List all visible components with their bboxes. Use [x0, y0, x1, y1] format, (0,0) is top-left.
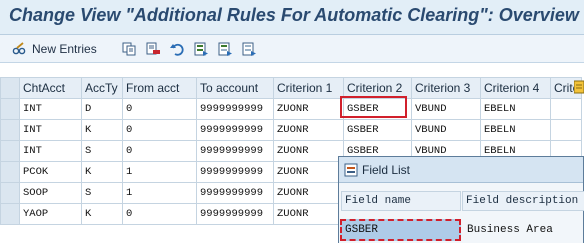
table-cell[interactable]: 9999999999 — [196, 119, 274, 141]
row-selector[interactable] — [0, 203, 20, 225]
new-entries-label: New Entries — [32, 41, 97, 56]
field-description-cell[interactable]: Business Area — [463, 220, 584, 240]
table-row: INT K 0 9999999999 ZUONR GSBER VBUND EBE… — [0, 119, 582, 141]
table-cell[interactable]: 9999999999 — [196, 203, 274, 225]
column-header[interactable]: Criterion 4 — [480, 77, 551, 99]
table-cell[interactable]: VBUND — [411, 98, 481, 120]
undo-icon — [170, 42, 184, 56]
table-cell[interactable]: ZUONR — [273, 161, 344, 183]
table-cell[interactable]: INT — [19, 119, 82, 141]
table-cell[interactable]: 0 — [122, 98, 197, 120]
column-settings-icon[interactable] — [573, 80, 584, 94]
table-cell[interactable]: 0 — [122, 119, 197, 141]
table-cell[interactable]: ZUONR — [273, 119, 344, 141]
table-cell[interactable]: S — [81, 140, 123, 162]
criterion-2-highlight — [340, 96, 407, 118]
table-cell[interactable]: S — [81, 182, 123, 204]
column-header[interactable]: Criterion 3 — [411, 77, 481, 99]
row-selector[interactable] — [0, 98, 20, 120]
table-cell[interactable]: GSBER — [343, 119, 412, 141]
table-cell[interactable]: ZUONR — [273, 98, 344, 120]
table-cell[interactable]: 0 — [122, 203, 197, 225]
table-cell[interactable]: 1 — [122, 161, 197, 183]
column-header[interactable]: Criterion 1 — [273, 77, 344, 99]
table-row: INT D 0 9999999999 ZUONR GSBER VBUND EBE… — [0, 98, 582, 120]
delete-button[interactable] — [146, 40, 160, 57]
table-cell[interactable]: K — [81, 203, 123, 225]
table-cell[interactable]: ZUONR — [273, 203, 344, 225]
table-cell[interactable]: 1 — [122, 182, 197, 204]
copy-icon — [122, 42, 136, 56]
dialog-title: Field List — [362, 162, 411, 177]
table-cell[interactable]: 0 — [122, 140, 197, 162]
column-header[interactable]: From acct — [122, 77, 197, 99]
table-cell[interactable]: 9999999999 — [196, 140, 274, 162]
table-cell[interactable]: SOOP — [19, 182, 82, 204]
select-all-button[interactable] — [194, 40, 208, 57]
table-cell[interactable]: EBELN — [480, 98, 551, 120]
field-name-cell[interactable]: GSBER — [341, 220, 461, 240]
application-toolbar: New Entries — [0, 35, 584, 63]
deselect-all-icon — [242, 42, 256, 56]
row-selector[interactable] — [0, 161, 20, 183]
window-title-bar: Change View "Additional Rules For Automa… — [0, 0, 584, 35]
select-block-button[interactable] — [218, 40, 232, 57]
delete-icon — [146, 42, 160, 56]
row-selector[interactable] — [0, 119, 20, 141]
table-cell[interactable]: INT — [19, 140, 82, 162]
row-selector-header[interactable] — [0, 77, 20, 99]
dialog-title-bar: Field List — [339, 157, 583, 183]
glasses-pencil-icon — [12, 41, 26, 56]
field-list-dialog: Field List Field name Field description … — [338, 156, 584, 243]
dialog-body: Field name Field description GSBER Busin… — [339, 183, 584, 243]
table-cell[interactable]: VBUND — [411, 119, 481, 141]
row-selector[interactable] — [0, 182, 20, 204]
field-description-header[interactable]: Field description — [462, 191, 584, 211]
table-cell[interactable]: 9999999999 — [196, 161, 274, 183]
table-cell[interactable]: PCOK — [19, 161, 82, 183]
field-name-header[interactable]: Field name — [341, 191, 461, 211]
deselect-all-button[interactable] — [242, 40, 256, 57]
column-header[interactable]: AccTy — [81, 77, 123, 99]
table-cell[interactable]: K — [81, 161, 123, 183]
table-cell[interactable]: INT — [19, 98, 82, 120]
row-selector[interactable] — [0, 140, 20, 162]
field-list-icon — [344, 163, 358, 177]
new-entries-button[interactable]: New Entries — [12, 40, 97, 57]
table-cell[interactable] — [550, 98, 582, 120]
table-cell[interactable]: D — [81, 98, 123, 120]
table-cell[interactable] — [550, 119, 582, 141]
copy-button[interactable] — [122, 40, 136, 57]
table-cell[interactable]: ZUONR — [273, 182, 344, 204]
table-cell[interactable]: ZUONR — [273, 140, 344, 162]
table-cell[interactable]: YAOP — [19, 203, 82, 225]
column-header[interactable]: To account — [196, 77, 274, 99]
table-cell[interactable]: K — [81, 119, 123, 141]
table-cell[interactable]: EBELN — [480, 119, 551, 141]
select-all-icon — [194, 42, 208, 56]
page-title: Change View "Additional Rules For Automa… — [9, 5, 579, 25]
column-header[interactable]: ChtAcct — [19, 77, 82, 99]
select-block-icon — [218, 42, 232, 56]
table-cell[interactable]: 9999999999 — [196, 98, 274, 120]
table-cell[interactable]: 9999999999 — [196, 182, 274, 204]
undo-button[interactable] — [170, 40, 184, 57]
